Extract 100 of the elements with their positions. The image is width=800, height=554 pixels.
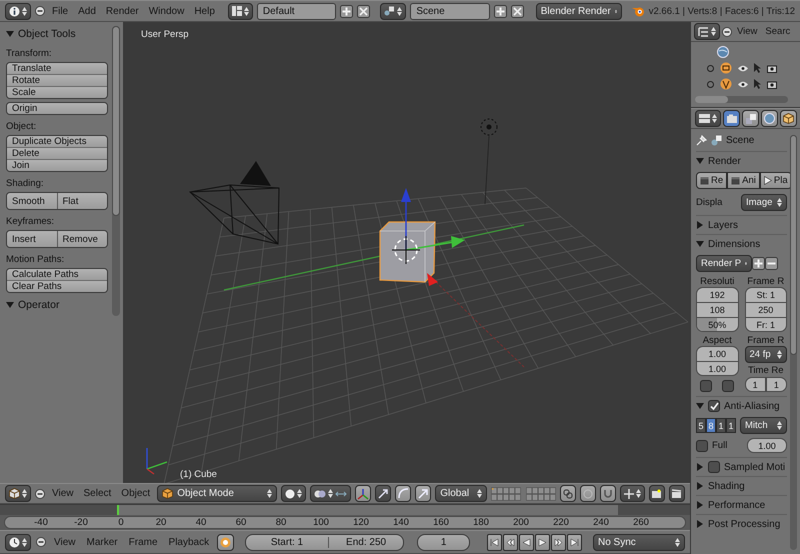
percentage-field[interactable]: 50%	[696, 317, 738, 332]
menu-item[interactable]: Frame	[126, 536, 161, 548]
tool-button[interactable]: Scale	[7, 86, 107, 98]
layer-grid-buttons[interactable]	[526, 486, 556, 502]
manipulator-toggle-button[interactable]	[355, 485, 372, 502]
start-frame-field[interactable]: Start: 1	[246, 536, 328, 548]
close-icon[interactable]	[357, 4, 370, 18]
pivot-dropdown[interactable]	[310, 485, 352, 502]
scene-name-field[interactable]: Scene	[410, 2, 490, 20]
tool-button[interactable]: Translate	[7, 63, 107, 74]
collapse-menu-icon[interactable]	[35, 6, 45, 16]
number-field[interactable]: 108	[696, 302, 738, 317]
menu-item[interactable]: View	[49, 488, 76, 499]
checkbox[interactable]	[696, 440, 708, 452]
expanded-triangle-icon[interactable]	[696, 240, 704, 248]
tool-button[interactable]: Duplicate Objects	[7, 136, 107, 147]
collapsed-triangle-icon[interactable]	[696, 501, 704, 509]
editor-type-button[interactable]	[694, 23, 720, 40]
menu-item[interactable]: View	[734, 26, 760, 37]
checkbox[interactable]	[708, 400, 720, 412]
menu-item[interactable]: Searc	[762, 26, 794, 37]
expanded-triangle-icon[interactable]	[696, 402, 704, 410]
rotate-manipulator-button[interactable]	[395, 485, 412, 502]
translate-manipulator-button[interactable]	[375, 485, 392, 502]
camera-object-icon[interactable]	[720, 62, 732, 74]
scrollbar-thumb[interactable]	[790, 135, 797, 355]
tool-button[interactable]: Rotate	[7, 74, 107, 86]
menu-item[interactable]: View	[51, 536, 78, 548]
menu-item[interactable]: Object	[118, 488, 154, 499]
collapse-menu-icon[interactable]	[722, 26, 732, 36]
jump-end-button[interactable]	[567, 534, 582, 550]
collapsed-triangle-icon[interactable]	[696, 463, 704, 471]
shading-dropdown[interactable]	[281, 485, 306, 502]
number-field[interactable]: Fr: 1	[744, 317, 787, 332]
tool-button[interactable]: Remove	[56, 231, 107, 247]
editor-type-button[interactable]	[695, 110, 721, 127]
tool-button[interactable]: Origin	[7, 103, 107, 114]
snap-element-dropdown[interactable]	[620, 485, 645, 502]
number-field[interactable]: 192	[696, 287, 738, 302]
previous-keyframe-button[interactable]	[503, 534, 518, 550]
tool-button[interactable]: Flat	[56, 193, 107, 209]
properties-tab[interactable]	[761, 110, 778, 127]
editor-type-button[interactable]	[5, 534, 31, 550]
collapsed-triangle-icon[interactable]	[696, 520, 704, 528]
collapse-menu-icon[interactable]	[35, 488, 45, 498]
next-keyframe-button[interactable]	[551, 534, 566, 550]
end-frame-field[interactable]: End: 250	[328, 536, 404, 548]
info-editor-button[interactable]	[5, 2, 31, 20]
tool-button[interactable]: Smooth	[7, 193, 56, 209]
eye-icon[interactable]	[738, 80, 748, 88]
orientation-dropdown[interactable]: Global	[435, 485, 488, 502]
filter-dropdown[interactable]: Mitch	[740, 417, 787, 434]
number-field[interactable]: 1.00	[747, 438, 787, 453]
menu-item[interactable]: Select	[80, 488, 114, 499]
layer-grid-buttons[interactable]	[491, 486, 522, 502]
menu-item[interactable]: Render	[102, 6, 142, 16]
menu-item[interactable]: Add	[75, 6, 99, 16]
sync-dropdown[interactable]: No Sync	[593, 534, 685, 550]
add-icon[interactable]	[752, 257, 765, 270]
number-field[interactable]: St: 1	[744, 287, 787, 302]
camera-icon[interactable]	[767, 64, 777, 72]
camera-icon[interactable]	[767, 80, 777, 88]
collapse-menu-icon[interactable]	[36, 537, 46, 547]
tool-button[interactable]: Join	[7, 159, 107, 171]
checkbox[interactable]	[722, 380, 734, 392]
globe-icon[interactable]	[717, 46, 729, 58]
add-icon[interactable]	[494, 4, 507, 18]
properties-tab[interactable]	[723, 110, 740, 127]
snap-button[interactable]	[600, 485, 616, 502]
collapsed-triangle-icon[interactable]	[696, 482, 704, 490]
sample-option[interactable]: 1	[726, 418, 736, 433]
tool-button[interactable]: Calculate Paths	[7, 269, 107, 280]
tool-button[interactable]: Clear Paths	[7, 280, 107, 292]
checkbox[interactable]	[700, 380, 712, 392]
sample-option[interactable]: 1	[716, 418, 726, 433]
number-field[interactable]: 1.00	[696, 361, 738, 376]
number-field[interactable]: 1	[766, 377, 787, 392]
render-button[interactable]: Pla	[760, 172, 790, 189]
menu-item[interactable]: Marker	[84, 536, 121, 548]
properties-tab[interactable]	[742, 110, 759, 127]
eye-icon[interactable]	[738, 64, 748, 72]
sample-option[interactable]: 5	[696, 418, 706, 433]
mode-dropdown[interactable]: Object Mode	[157, 485, 278, 502]
render-engine-dropdown[interactable]: Blender Render	[536, 2, 622, 20]
lock-layers-button[interactable]	[560, 485, 576, 502]
scale-manipulator-button[interactable]	[415, 485, 432, 502]
expand-icon[interactable]	[707, 64, 714, 72]
editor-type-button[interactable]	[5, 485, 31, 502]
display-dropdown[interactable]: Image	[741, 194, 787, 211]
layout-name-field[interactable]: Default	[256, 2, 336, 20]
scene-selector-button[interactable]	[380, 2, 406, 20]
jump-start-button[interactable]	[487, 534, 502, 550]
menu-item[interactable]: Window	[146, 6, 188, 16]
render-animation-button[interactable]	[668, 485, 685, 502]
tool-button[interactable]: Insert	[7, 231, 56, 247]
auto-keying-button[interactable]	[217, 534, 234, 550]
menu-item[interactable]: Playback	[166, 536, 212, 548]
expanded-triangle-icon[interactable]	[6, 300, 14, 308]
render-still-button[interactable]	[648, 485, 665, 502]
pin-icon[interactable]	[696, 135, 707, 146]
